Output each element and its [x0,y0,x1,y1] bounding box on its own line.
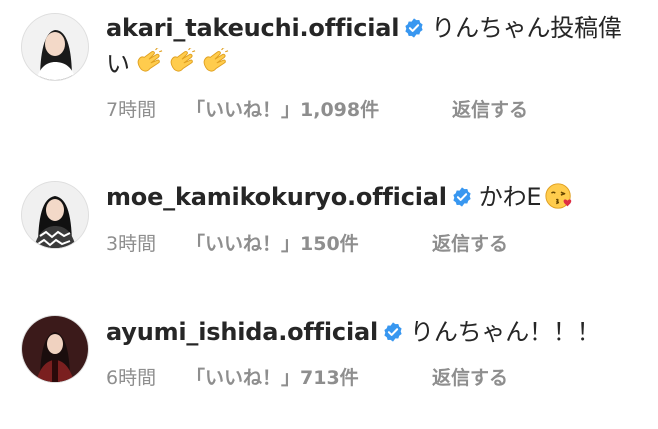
comment-text: かわE [478,183,542,211]
likes-count[interactable]: 「いいね！」713件 [186,366,359,390]
timestamp: 3時間 [106,233,157,255]
avatar[interactable] [22,316,88,382]
username-link[interactable]: ayumi_ishida.official [106,318,378,346]
verified-badge-icon [403,17,425,39]
verified-badge-icon [382,321,404,343]
likes-count[interactable]: 「いいね！」150件 [186,232,359,256]
username-link[interactable]: akari_takeuchi.official [106,14,399,42]
verified-badge-icon [451,186,473,208]
comment-text-block: akari_takeuchi.official りんちゃん投稿偉い [106,10,636,82]
comment-text-block: ayumi_ishida.official りんちゃん！！！ [106,314,636,350]
clapping-hands-icon [133,48,163,78]
avatar[interactable] [22,182,88,248]
comment-text: りんちゃん！！！ [410,318,601,346]
face-blowing-a-kiss-icon [544,181,574,211]
reply-button[interactable]: 返信する [452,98,528,122]
reply-button[interactable]: 返信する [432,232,508,256]
reply-button[interactable]: 返信する [432,366,508,390]
timestamp: 6時間 [106,367,157,389]
clapping-hands-icon [166,48,196,78]
clapping-hands-icon [199,48,229,78]
comment-text-block: moe_kamikokuryo.official かわE [106,179,636,215]
likes-count[interactable]: 「いいね！」1,098件 [186,98,379,122]
username-link[interactable]: moe_kamikokuryo.official [106,183,447,211]
timestamp: 7時間 [106,99,157,121]
avatar[interactable] [22,14,88,80]
